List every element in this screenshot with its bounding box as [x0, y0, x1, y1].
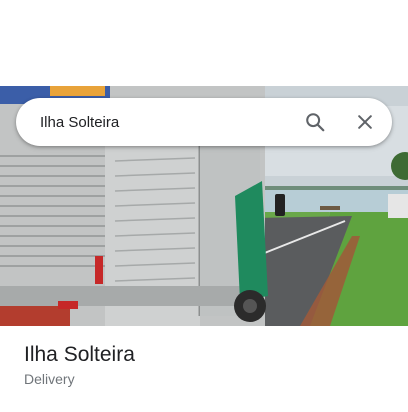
close-button[interactable] — [345, 102, 385, 142]
place-title: Ilha Solteira — [24, 343, 135, 366]
search-icon — [306, 113, 325, 132]
search-button[interactable] — [295, 102, 335, 142]
search-bar[interactable]: Ilha Solteira — [16, 98, 392, 146]
search-query[interactable]: Ilha Solteira — [16, 114, 295, 131]
close-icon — [358, 115, 372, 129]
place-category: Delivery — [24, 371, 75, 387]
